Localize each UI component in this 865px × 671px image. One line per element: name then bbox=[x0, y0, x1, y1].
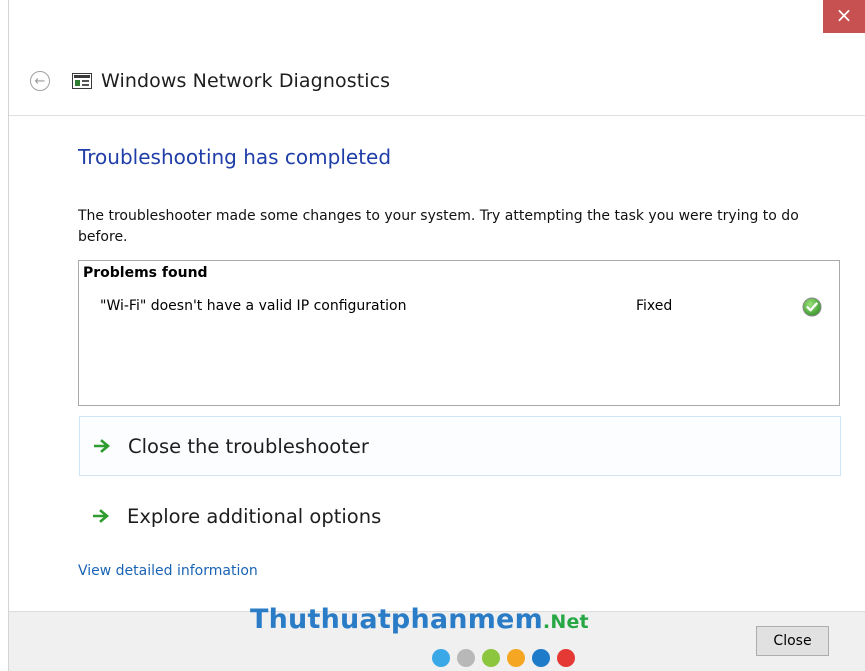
close-icon: × bbox=[835, 3, 853, 27]
watermark-dots bbox=[432, 649, 575, 667]
back-arrow-icon: ← bbox=[34, 73, 46, 89]
watermark-dot bbox=[557, 649, 575, 667]
problems-title: Problems found bbox=[83, 265, 208, 281]
description-text: The troubleshooter made some changes to … bbox=[78, 208, 799, 245]
option-label: Close the troubleshooter bbox=[128, 434, 369, 458]
watermark-dot bbox=[432, 649, 450, 667]
problem-row: "Wi-Fi" doesn't have a valid IP configur… bbox=[79, 297, 839, 321]
watermark-logo: Thuthuatphanmem.Net bbox=[250, 604, 589, 635]
problem-description: "Wi-Fi" doesn't have a valid IP configur… bbox=[100, 298, 407, 314]
window-left-border bbox=[0, 0, 9, 671]
watermark-dot bbox=[507, 649, 525, 667]
watermark-dot bbox=[482, 649, 500, 667]
check-icon bbox=[802, 297, 822, 317]
watermark-suffix: .Net bbox=[542, 611, 589, 633]
explore-options-option[interactable]: Explore additional options bbox=[79, 486, 841, 546]
problem-status: Fixed bbox=[636, 298, 673, 314]
window-title: Windows Network Diagnostics bbox=[101, 70, 391, 92]
back-button[interactable]: ← bbox=[30, 71, 50, 91]
watermark-dot bbox=[532, 649, 550, 667]
arrow-right-icon bbox=[94, 439, 111, 453]
close-troubleshooter-option[interactable]: Close the troubleshooter bbox=[79, 416, 841, 476]
watermark-main: Thuthuatphanmem bbox=[250, 604, 543, 635]
close-button[interactable]: Close bbox=[756, 626, 829, 656]
window-close-button[interactable]: × bbox=[823, 0, 865, 33]
problems-found-panel: Problems found "Wi-Fi" doesn't have a va… bbox=[78, 260, 840, 406]
arrow-right-icon bbox=[93, 509, 110, 523]
view-detailed-information-link[interactable]: View detailed information bbox=[78, 563, 258, 579]
option-label: Explore additional options bbox=[127, 504, 382, 528]
network-diagnostics-icon bbox=[72, 73, 92, 89]
title-bar: ← Windows Network Diagnostics bbox=[30, 66, 390, 96]
watermark-dot bbox=[457, 649, 475, 667]
page-heading: Troubleshooting has completed bbox=[78, 145, 392, 169]
